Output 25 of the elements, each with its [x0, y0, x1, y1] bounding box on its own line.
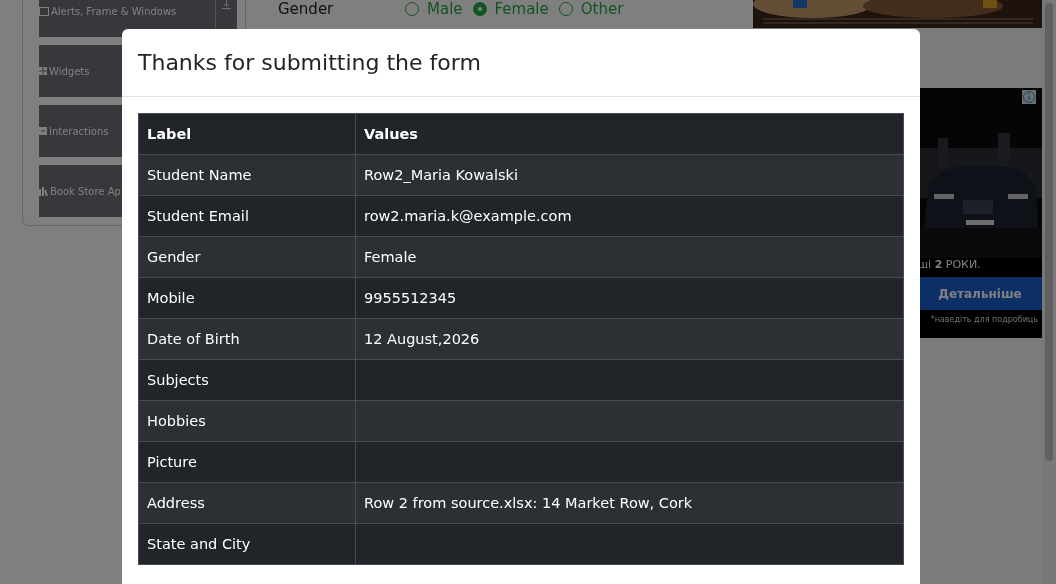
modal-title: Thanks for submitting the form — [138, 50, 481, 75]
radio-option[interactable]: Other — [558, 0, 624, 18]
field-label: Gender — [278, 0, 335, 18]
table-cell: Gender — [138, 236, 356, 278]
ad-button[interactable]: Детальніше — [918, 277, 1042, 310]
radio-option[interactable]: Male — [405, 0, 463, 18]
table-cell: 9955512345 — [355, 277, 904, 319]
table-cell: Row2_Maria Kowalski — [355, 154, 904, 196]
table-cell: Row 2 from source.xlsx: 14 Market Row, Cork — [355, 482, 904, 524]
column-header: Values — [355, 113, 904, 155]
table-cell: State and City — [138, 523, 356, 565]
radio-option[interactable]: Female — [472, 0, 549, 18]
column-header: Label — [138, 113, 356, 155]
table-cell: Female — [355, 236, 904, 278]
table-cell: row2.maria.k@example.com — [355, 195, 904, 237]
table-cell: Student Name — [138, 154, 356, 196]
ad-note: *наведіть для подробиць — [929, 313, 1039, 326]
table-cell: Picture — [138, 441, 356, 483]
table-cell: Student Email — [138, 195, 356, 237]
table-cell: Mobile — [138, 277, 356, 319]
table-cell: Date of Birth — [138, 318, 356, 360]
table-cell: Hobbies — [138, 400, 356, 442]
table-cell: Subjects — [138, 359, 356, 401]
table-cell: Address — [138, 482, 356, 524]
table-cell: 12 August,2026 — [355, 318, 904, 360]
